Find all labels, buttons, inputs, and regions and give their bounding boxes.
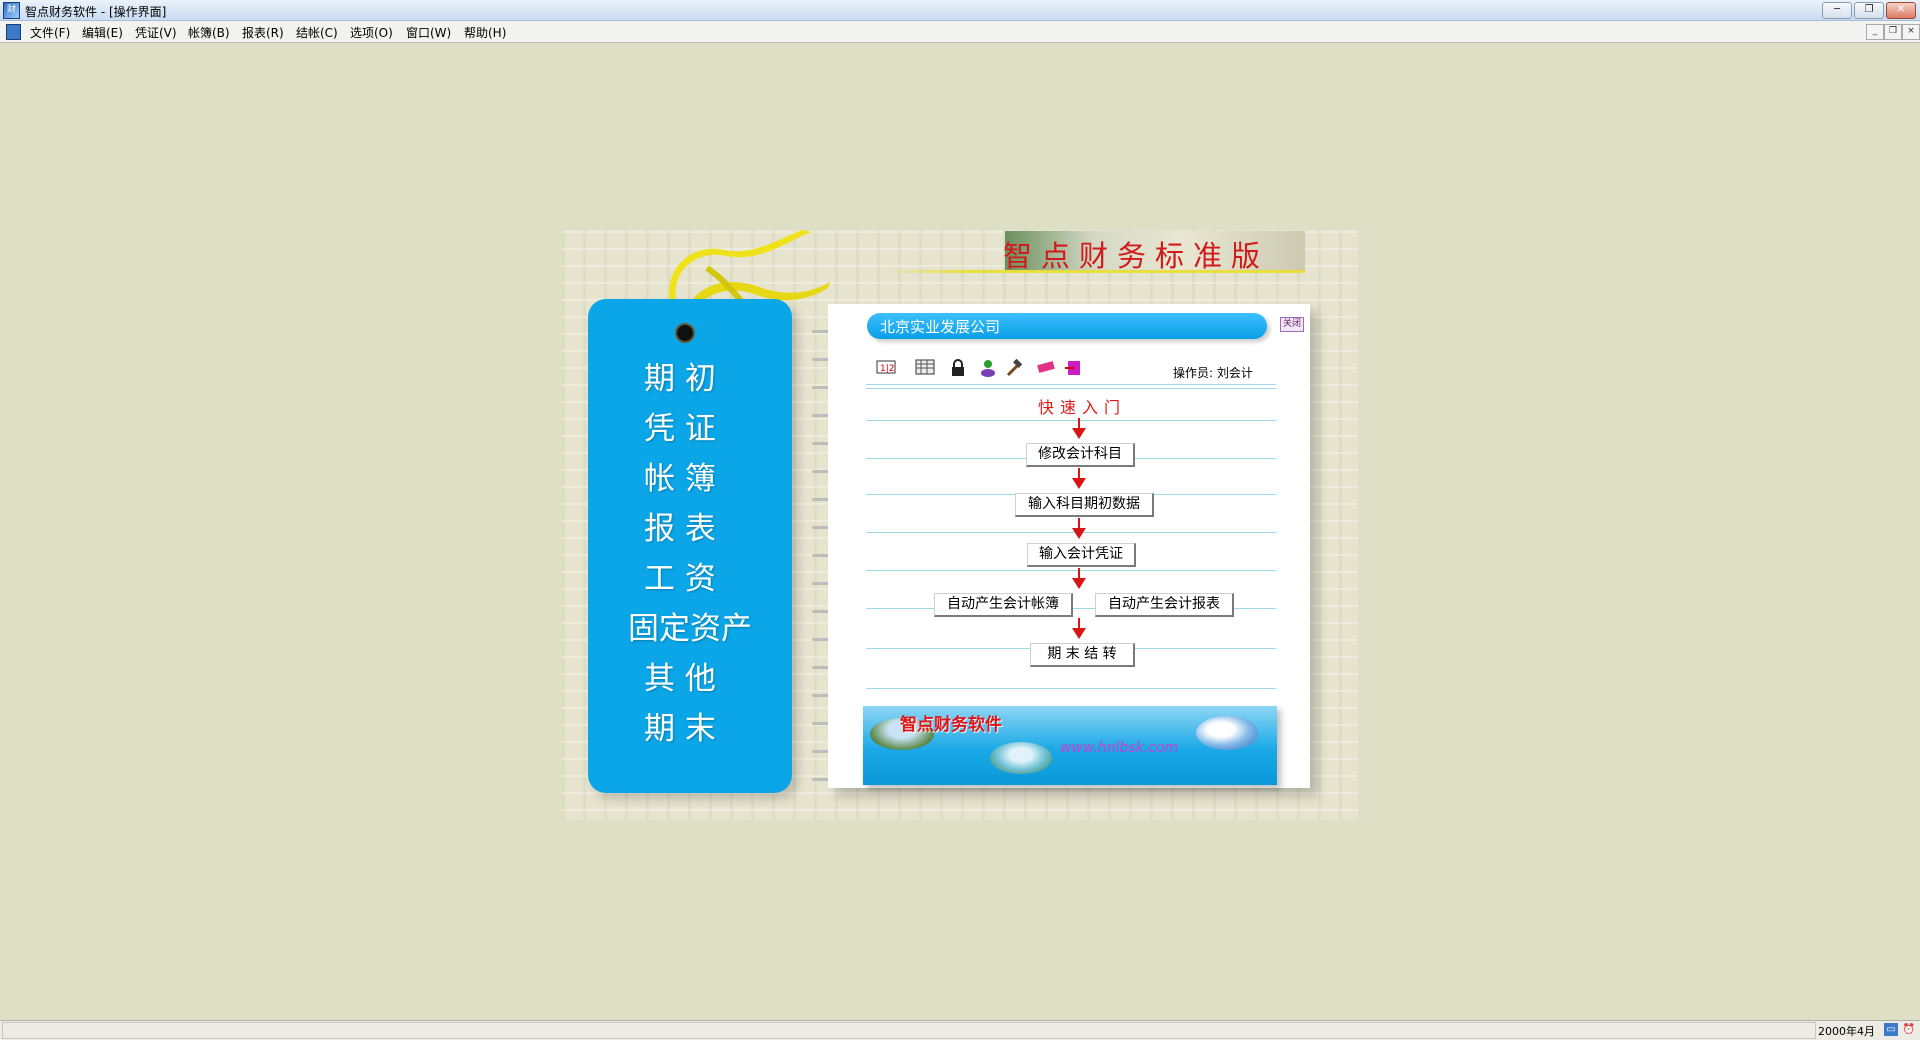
- banner-brand: 智点财务软件: [900, 715, 1002, 735]
- module-payroll[interactable]: 工 资: [644, 553, 716, 598]
- menu-books[interactable]: 帐簿(B): [188, 24, 230, 41]
- status-message-pane: [2, 1022, 1816, 1039]
- down-arrow-icon: [1072, 618, 1086, 640]
- banner-url[interactable]: www.hnlbsk.com: [1060, 740, 1178, 756]
- module-books[interactable]: 帐 簿: [644, 453, 716, 498]
- ruled-line: [866, 420, 1276, 421]
- close-page-button[interactable]: 关闭: [1280, 317, 1304, 332]
- down-arrow-icon: [1072, 468, 1086, 490]
- ruled-line: [866, 384, 1276, 385]
- quick-start-title: 快速入门: [1038, 398, 1127, 417]
- calculator-icon[interactable]: 1|2: [876, 359, 896, 377]
- module-reports[interactable]: 报 表: [644, 503, 716, 548]
- ruled-line: [866, 532, 1276, 533]
- operator-label: 操作员: 刘会计: [1173, 366, 1253, 380]
- module-other[interactable]: 其 他: [644, 653, 716, 698]
- ruled-line: [866, 570, 1276, 571]
- menu-file[interactable]: 文件(F): [30, 24, 70, 41]
- ruled-line: [866, 688, 1276, 689]
- mdi-minimize-button[interactable]: _: [1866, 24, 1884, 40]
- company-name: 北京实业发展公司: [880, 318, 1001, 336]
- period-end-transfer-button[interactable]: 期 末 结 转: [1030, 643, 1135, 667]
- window-title: 智点财务软件 - [操作界面]: [25, 5, 167, 19]
- mdi-restore-button[interactable]: ❐: [1884, 24, 1902, 40]
- menu-closing[interactable]: 结帐(C): [296, 24, 338, 41]
- menu-bar: 文件(F) 编辑(E) 凭证(V) 帐簿(B) 报表(R) 结帐(C) 选项(O…: [0, 21, 1920, 43]
- module-fixed-assets[interactable]: 固定资产: [628, 603, 752, 648]
- restore-button[interactable]: ❐: [1854, 2, 1884, 19]
- menu-reports[interactable]: 报表(R): [242, 24, 284, 41]
- minimize-button[interactable]: ─: [1822, 2, 1852, 19]
- bookmark-hole: [675, 323, 695, 343]
- calendar-icon[interactable]: [915, 359, 935, 377]
- menu-help[interactable]: 帮助(H): [464, 24, 506, 41]
- clock-icon[interactable]: ⏰: [1902, 1023, 1916, 1036]
- menu-edit[interactable]: 编辑(E): [82, 24, 123, 41]
- title-bar: 财 智点财务软件 - [操作界面] ─ ❐ ✕: [0, 0, 1920, 21]
- module-period-end[interactable]: 期 末: [644, 703, 716, 748]
- status-date: 2000年4月: [1818, 1025, 1875, 1038]
- user-icon[interactable]: [978, 359, 998, 377]
- lock-icon[interactable]: [948, 359, 968, 377]
- menu-window[interactable]: 窗口(W): [406, 24, 451, 41]
- exit-icon[interactable]: [1064, 359, 1084, 377]
- module-opening[interactable]: 期 初: [644, 353, 716, 398]
- sky-photo: [1196, 716, 1258, 750]
- auto-generate-reports-button[interactable]: 自动产生会计报表: [1095, 593, 1234, 617]
- ruled-line: [866, 388, 1276, 389]
- input-opening-data-button[interactable]: 输入科目期初数据: [1015, 493, 1154, 517]
- document-icon[interactable]: [6, 24, 21, 40]
- app-icon[interactable]: 财: [3, 2, 20, 19]
- down-arrow-icon: [1072, 418, 1086, 440]
- down-arrow-icon: [1072, 518, 1086, 540]
- beach-photo: [990, 742, 1052, 774]
- module-voucher[interactable]: 凭 证: [644, 403, 716, 448]
- brand-title: 智点财务标准版: [1003, 239, 1270, 273]
- keyboard-icon[interactable]: ▭: [1884, 1023, 1898, 1036]
- menu-options[interactable]: 选项(O): [350, 24, 393, 41]
- eraser-icon[interactable]: [1036, 359, 1056, 377]
- mdi-close-button[interactable]: ×: [1902, 24, 1920, 40]
- input-voucher-button[interactable]: 输入会计凭证: [1027, 543, 1136, 567]
- brand-underline: [885, 270, 1305, 273]
- menu-voucher[interactable]: 凭证(V): [135, 24, 177, 41]
- hammer-icon[interactable]: [1004, 358, 1024, 377]
- close-button[interactable]: ✕: [1886, 2, 1916, 19]
- auto-generate-books-button[interactable]: 自动产生会计帐簿: [934, 593, 1073, 617]
- svg-text:1|2: 1|2: [880, 364, 894, 374]
- down-arrow-icon: [1072, 568, 1086, 590]
- modify-accounts-button[interactable]: 修改会计科目: [1026, 443, 1135, 467]
